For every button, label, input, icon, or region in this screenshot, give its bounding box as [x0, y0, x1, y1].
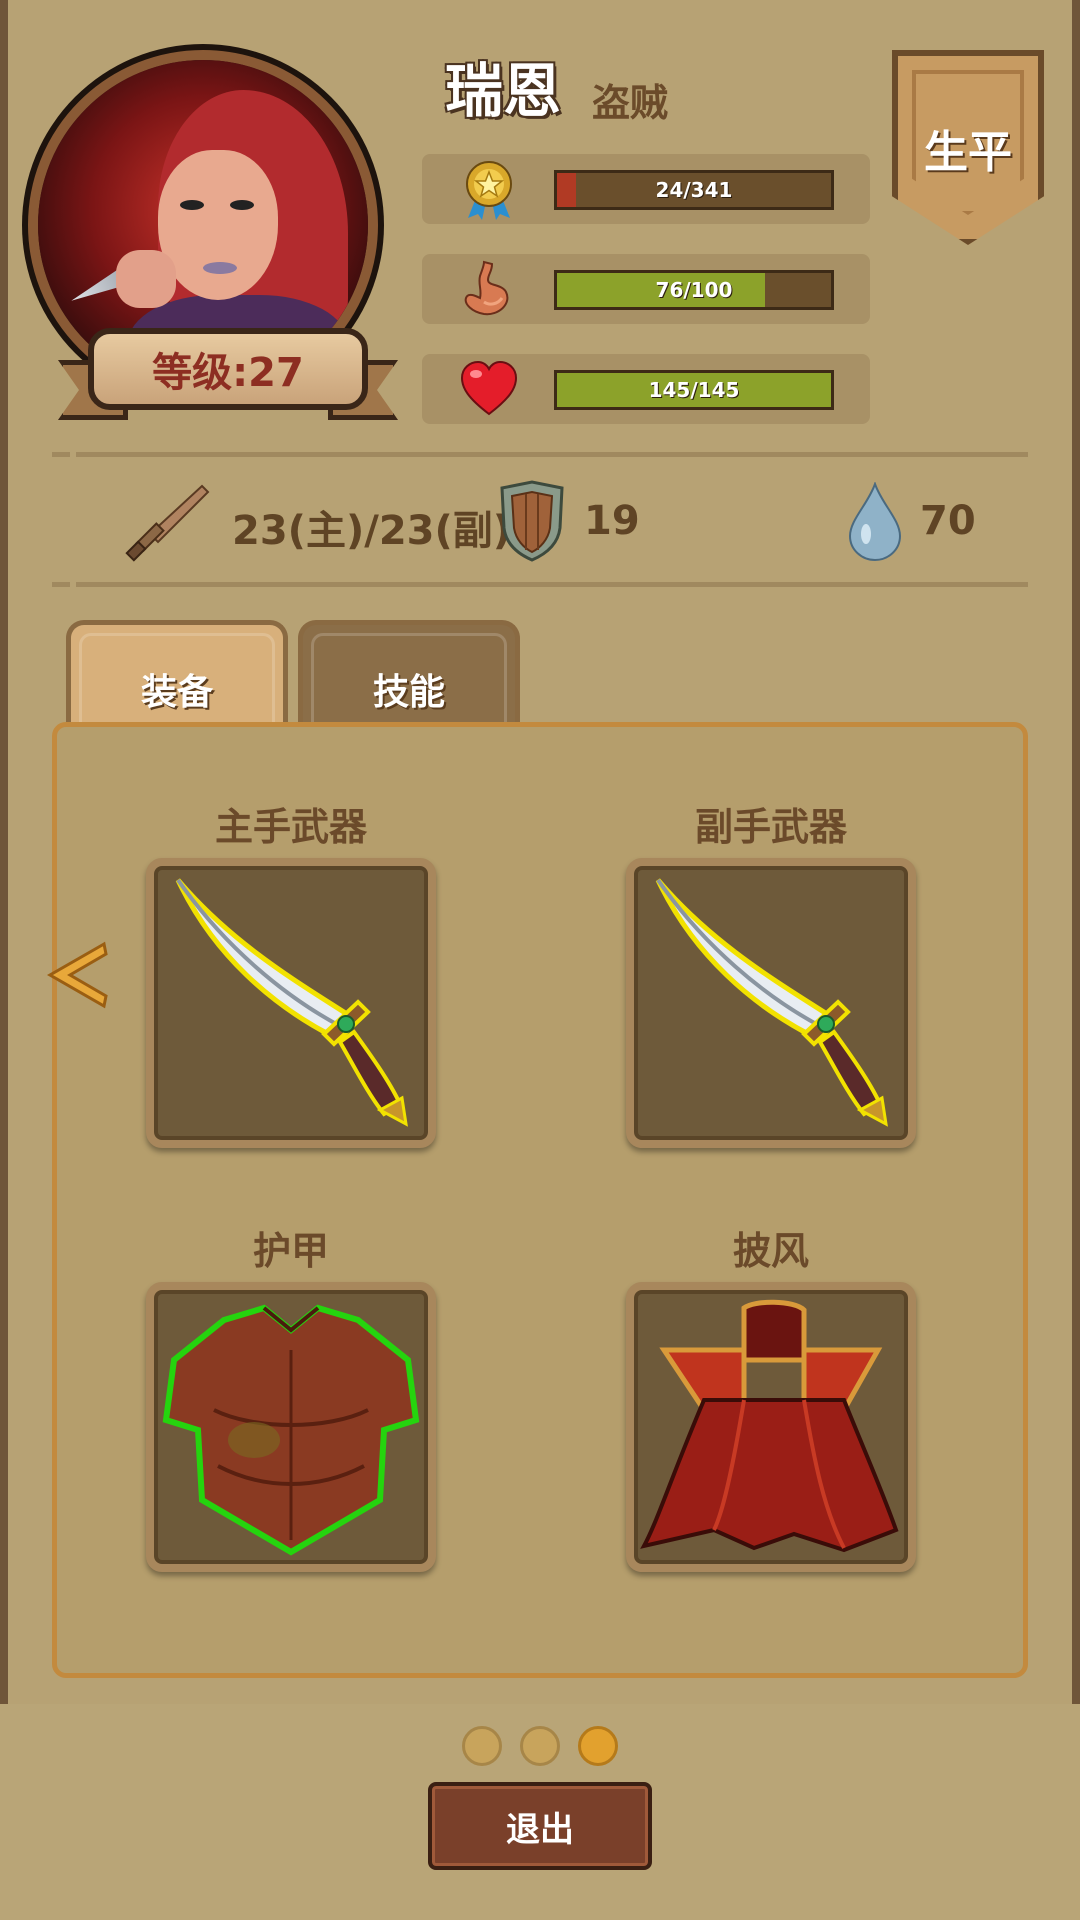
off-hand-label: 副手武器 — [694, 805, 847, 849]
character-portrait[interactable]: 等级:27 — [28, 50, 398, 420]
armor-slot[interactable] — [146, 1282, 436, 1572]
tab-skills-label: 技能 — [372, 672, 445, 713]
level-ribbon: 等级:27 — [58, 320, 398, 430]
tab-equipment[interactable]: 装备 — [66, 620, 288, 730]
attack-value: 23(主)/23(副) — [232, 508, 512, 554]
stat-row-health: 145/145 — [422, 354, 870, 424]
stomach-icon — [464, 260, 509, 316]
armor-label: 护甲 — [252, 1229, 329, 1273]
red-cloak-icon — [640, 1299, 899, 1553]
divider-bottom — [52, 582, 1028, 587]
dagger-icon — [655, 878, 888, 1127]
chevron-left-icon[interactable] — [46, 940, 110, 1010]
left-eye — [180, 200, 204, 210]
ribbon-main: 等级:27 — [88, 328, 368, 410]
stat-row-experience: 24/341 — [422, 154, 870, 224]
water-drop-icon — [848, 482, 902, 562]
cloak-slot[interactable] — [626, 1282, 916, 1572]
exit-button[interactable]: 退出 — [428, 1782, 652, 1870]
page-dot-1[interactable] — [462, 1726, 502, 1766]
page-dot-2[interactable] — [520, 1726, 560, 1766]
leather-armor-icon — [162, 1304, 420, 1556]
character-name: 瑞恩 — [445, 57, 562, 125]
level-label: 等级:27 — [152, 350, 304, 396]
stat-row-hunger: 76/100 — [422, 254, 870, 324]
experience-bar: 24/341 — [554, 170, 834, 210]
exit-label: 退出 — [506, 1809, 574, 1850]
page-dot-3[interactable] — [578, 1726, 618, 1766]
medal-icon — [466, 161, 512, 220]
off-hand-slot[interactable] — [626, 858, 916, 1148]
experience-text: 24/341 — [655, 178, 733, 202]
main-hand-slot[interactable] — [146, 858, 436, 1148]
fist — [116, 250, 176, 308]
right-eye — [230, 200, 254, 210]
cloak-label: 披风 — [732, 1229, 809, 1273]
lips — [203, 262, 237, 274]
dodge-value: 70 — [920, 498, 976, 544]
biography-banner-inner — [912, 70, 1024, 215]
sword-icon — [125, 484, 210, 562]
main-hand-label: 主手武器 — [214, 805, 367, 849]
health-text: 145/145 — [648, 378, 740, 402]
divider-top — [52, 452, 1028, 457]
hunger-text: 76/100 — [655, 278, 733, 302]
tab-equipment-label: 装备 — [140, 672, 213, 713]
character-face — [158, 150, 278, 300]
tab-skills[interactable]: 技能 — [298, 620, 520, 730]
dagger-icon — [175, 878, 408, 1127]
character-class: 盗贼 — [592, 81, 669, 125]
defense-value: 19 — [584, 498, 640, 544]
hunger-bar: 76/100 — [554, 270, 834, 310]
health-bar: 145/145 — [554, 370, 834, 410]
heart-icon — [460, 360, 518, 416]
shield-icon — [500, 480, 564, 562]
